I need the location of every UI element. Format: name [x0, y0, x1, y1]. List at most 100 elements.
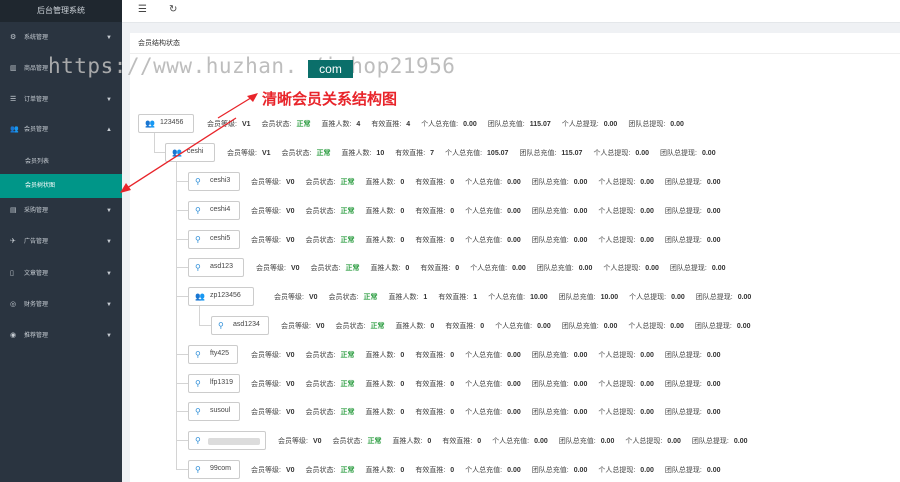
- member-node[interactable]: 👥 123456: [138, 114, 194, 133]
- user-icon: ⚲: [195, 206, 201, 215]
- field-value-direct: 0: [400, 467, 405, 474]
- menu-toggle-icon[interactable]: ☰: [138, 4, 147, 15]
- field-label-status: 会员状态:: [332, 438, 363, 445]
- field-value-direct: 0: [400, 381, 405, 388]
- sidebar-item-globe[interactable]: ◎ 财务管理 ▼: [0, 298, 122, 312]
- field-value-personal-recharge: 0.00: [537, 323, 551, 330]
- field-value-team-withdraw: 0.00: [701, 150, 716, 157]
- field-value-team-withdraw: 0.00: [737, 294, 752, 301]
- field-label-personal-withdraw: 个人总提现:: [598, 381, 636, 388]
- field-label-status: 会员状态:: [305, 179, 336, 186]
- field-value-status: 正常: [367, 438, 382, 445]
- sidebar-item-label: 广告管理: [24, 239, 49, 245]
- member-node[interactable]: ⚲ susoul: [188, 402, 240, 421]
- sidebar-item-list[interactable]: ☰ 订单管理 ▼: [0, 93, 122, 107]
- member-info: 会员等级: V0 会员状态: 正常 直推人数: 0 有效直推: 0 个人总充值: 0.00 团队总充…: [256, 263, 726, 273]
- field-value-level: V0: [285, 409, 295, 416]
- field-value-valid: 1: [473, 294, 478, 301]
- member-node[interactable]: ⚲ fty425: [188, 345, 238, 364]
- field-value-valid: 0: [450, 237, 455, 244]
- member-node[interactable]: ⚲ ceshi3: [188, 172, 240, 191]
- sidebar-subitem-list[interactable]: 会员列表: [0, 150, 122, 174]
- sidebar-item-users[interactable]: 👥 会员管理 ▲: [0, 123, 122, 137]
- member-node[interactable]: 👥 ceshi: [165, 143, 215, 162]
- field-value-team-withdraw: 0.00: [670, 121, 684, 128]
- member-node[interactable]: ⚲: [188, 431, 266, 450]
- field-value-personal-recharge: 0.00: [534, 438, 548, 445]
- field-value-valid: 0: [450, 352, 455, 359]
- field-label-personal-withdraw: 个人总提现:: [628, 323, 666, 330]
- redacted-name: [208, 438, 260, 445]
- sidebar-item-label: 会员管理: [24, 127, 49, 133]
- field-label-status: 会员状态:: [305, 237, 336, 244]
- field-label-direct: 直推人数:: [365, 352, 396, 359]
- field-value-level: V0: [285, 381, 295, 388]
- field-value-valid: 0: [450, 208, 455, 215]
- field-label-direct: 直推人数:: [365, 467, 396, 474]
- field-value-team-recharge: 115.07: [529, 121, 551, 128]
- member-node[interactable]: ⚲ ceshi4: [188, 201, 240, 220]
- field-label-personal-recharge: 个人总充值:: [488, 294, 526, 301]
- field-label-team-recharge: 团队总充值:: [519, 150, 557, 157]
- watermark-badge: com: [308, 60, 353, 78]
- sidebar-subitem-tree[interactable]: 会员树状图: [0, 174, 122, 198]
- field-value-direct: 0: [400, 352, 405, 359]
- field-label-personal-recharge: 个人总充值:: [470, 265, 508, 272]
- field-label-team-withdraw: 团队总提现:: [664, 237, 702, 244]
- field-label-team-withdraw: 团队总提现:: [664, 352, 702, 359]
- field-value-level: V0: [290, 265, 300, 272]
- member-info: 会员等级: V0 会员状态: 正常 直推人数: 0 有效直推: 0 个人总充值: 0.00 团队总充…: [251, 407, 721, 417]
- field-value-valid: 7: [430, 150, 435, 157]
- field-value-personal-withdraw: 0.00: [640, 179, 654, 186]
- field-label-personal-withdraw: 个人总提现:: [625, 438, 663, 445]
- field-value-personal-withdraw: 0.00: [671, 294, 685, 301]
- member-node[interactable]: ⚲ lfp1319: [188, 374, 240, 393]
- field-value-level: V0: [285, 467, 295, 474]
- field-label-level: 会员等级:: [251, 409, 281, 416]
- tree-connector-vertical: [154, 133, 155, 153]
- field-label-team-withdraw: 团队总提现:: [669, 265, 707, 272]
- member-name: ceshi: [187, 148, 204, 155]
- member-node[interactable]: ⚲ asd1234: [211, 316, 269, 335]
- field-value-valid: 4: [406, 121, 411, 128]
- field-value-personal-recharge: 0.00: [507, 179, 521, 186]
- field-value-team-recharge: 0.00: [573, 467, 588, 474]
- field-label-level: 会员等级:: [251, 237, 281, 244]
- field-value-direct: 0: [430, 323, 435, 330]
- field-label-personal-withdraw: 个人总提现:: [629, 294, 667, 301]
- sidebar-item-briefcase[interactable]: ▤ 采购管理 ▼: [0, 204, 122, 218]
- field-value-level: V1: [261, 150, 271, 157]
- field-value-status: 正常: [340, 467, 355, 474]
- field-label-personal-withdraw: 个人总提现:: [593, 150, 631, 157]
- field-value-personal-withdraw: 0.00: [640, 352, 654, 359]
- chevron-down-icon: ▼: [106, 208, 112, 214]
- sidebar-subitem-label: 会员树状图: [25, 183, 56, 189]
- sidebar-item-label: 订单管理: [24, 97, 49, 103]
- user-icon: ⚲: [195, 263, 201, 272]
- field-label-status: 会员状态:: [281, 150, 312, 157]
- field-value-team-withdraw: 0.00: [711, 265, 726, 272]
- sidebar-item-target[interactable]: ◉ 推荐管理 ▼: [0, 329, 122, 343]
- field-value-team-withdraw: 0.00: [706, 237, 721, 244]
- refresh-icon[interactable]: ↻: [169, 4, 177, 15]
- chevron-down-icon: ▼: [106, 271, 112, 277]
- member-node[interactable]: 👥 zp123456: [188, 287, 254, 306]
- sidebar-item-document[interactable]: ▯ 文章管理 ▼: [0, 267, 122, 281]
- member-info: 会员等级: V1 会员状态: 正常 直推人数: 4 有效直推: 4 个人总充值: 0.00 团队总充…: [207, 119, 684, 129]
- target-icon: ◉: [10, 332, 17, 339]
- user-icon: ⚲: [195, 177, 201, 186]
- member-info: 会员等级: V0 会员状态: 正常 直推人数: 0 有效直推: 0 个人总充值: 0.00 团队总充…: [251, 235, 721, 245]
- chevron-up-icon: ▲: [106, 127, 112, 133]
- field-value-status: 正常: [340, 179, 355, 186]
- field-label-personal-withdraw: 个人总提现:: [598, 352, 636, 359]
- member-node[interactable]: ⚲ ceshi5: [188, 230, 240, 249]
- field-value-personal-recharge: 0.00: [507, 208, 521, 215]
- sidebar-item-label: 采购管理: [24, 208, 49, 214]
- sidebar-item-gear[interactable]: ⚙ 系统管理 ▼: [0, 31, 122, 45]
- member-node[interactable]: ⚲ 99com: [188, 460, 240, 479]
- member-node[interactable]: ⚲ asd123: [188, 258, 244, 277]
- briefcase-icon: ▤: [10, 207, 17, 214]
- field-value-personal-withdraw: 0.00: [640, 409, 654, 416]
- field-label-direct: 直推人数:: [341, 150, 372, 157]
- sidebar-item-rocket[interactable]: ✈ 广告管理 ▼: [0, 235, 122, 249]
